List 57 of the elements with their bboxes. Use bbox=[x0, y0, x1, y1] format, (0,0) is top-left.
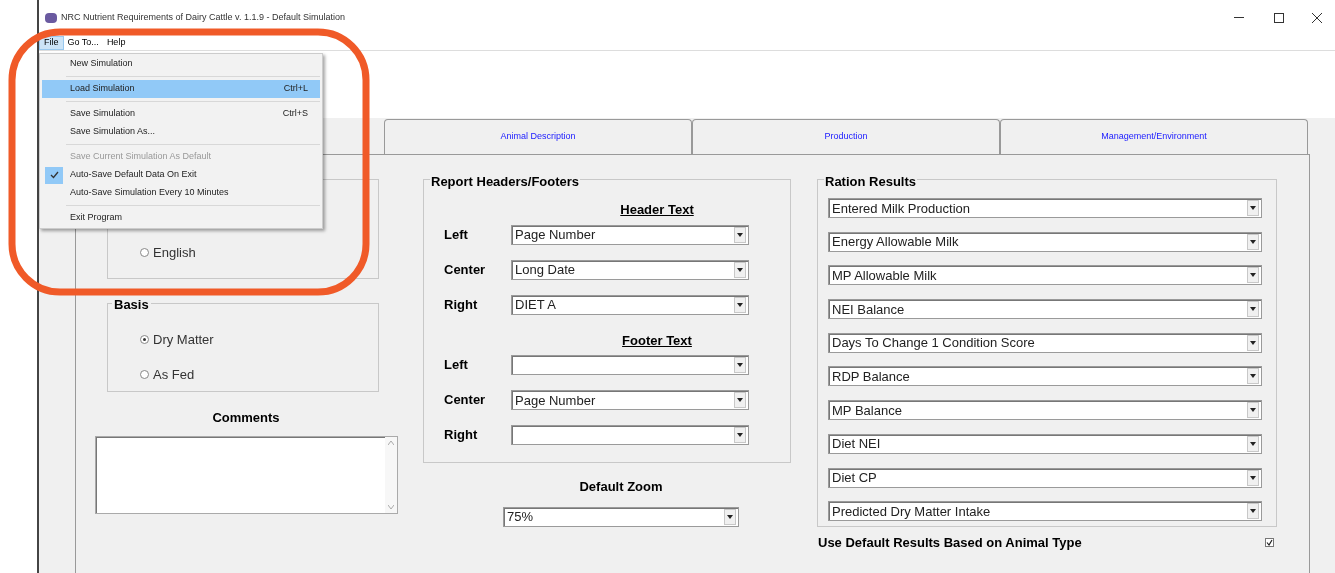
dropdown[interactable]: Page Number bbox=[511, 390, 749, 410]
dropdown[interactable]: Long Date bbox=[511, 259, 749, 280]
dropdown[interactable]: Diet NEI bbox=[828, 433, 1262, 454]
dropdown[interactable]: NEI Balance bbox=[828, 299, 1262, 320]
menu-entry[interactable]: New Simulation bbox=[42, 55, 320, 73]
dropdown[interactable] bbox=[511, 425, 749, 445]
radio-label: English bbox=[153, 243, 196, 262]
dropdown[interactable]: 75% bbox=[503, 506, 739, 527]
window-title: NRC Nutrient Requirements of Dairy Cattle v. 1.1.9 - Default Simulation bbox=[61, 11, 345, 25]
comments-field[interactable] bbox=[95, 435, 398, 514]
dropdown[interactable]: Energy Allowable Milk bbox=[828, 231, 1262, 252]
dropdown[interactable]: Page Number bbox=[511, 224, 749, 245]
section-heading: Header Text bbox=[620, 201, 694, 219]
comments-label: Comments bbox=[212, 409, 280, 427]
field-label: Left bbox=[443, 225, 469, 244]
field-label: Right bbox=[443, 426, 479, 445]
field-label: Left bbox=[443, 356, 469, 375]
radio-button[interactable] bbox=[140, 369, 149, 379]
field-label: Center bbox=[443, 260, 487, 279]
field-label: Right bbox=[443, 295, 479, 314]
menu-item[interactable]: Go To... bbox=[63, 36, 103, 50]
dropdown[interactable]: Entered Milk Production bbox=[828, 198, 1262, 218]
checkbox-label: Use Default Results Based on Animal Type bbox=[817, 534, 1083, 552]
maximize-icon bbox=[1274, 13, 1284, 23]
minimize-icon bbox=[1234, 17, 1244, 19]
menu-item[interactable]: Help bbox=[102, 36, 130, 50]
menu-entry[interactable]: Load Simulation Ctrl+L bbox=[42, 80, 320, 98]
radio-label: Dry Matter bbox=[153, 331, 214, 349]
tab[interactable]: Animal Description bbox=[384, 119, 692, 154]
scroll-up-icon bbox=[388, 440, 394, 445]
dropdown[interactable] bbox=[511, 355, 749, 375]
checkbox[interactable] bbox=[1265, 538, 1274, 548]
tab[interactable]: Production bbox=[692, 119, 1000, 154]
radio-label: As Fed bbox=[153, 365, 195, 384]
default-zoom-label: Default Zoom bbox=[578, 478, 663, 496]
dropdown[interactable]: DIET A bbox=[511, 294, 749, 315]
menu-item[interactable]: File bbox=[39, 36, 64, 50]
radio-button[interactable] bbox=[140, 335, 149, 345]
radio-button[interactable] bbox=[140, 247, 149, 257]
section-heading: Footer Text bbox=[622, 331, 692, 350]
tab[interactable]: Management/Environment bbox=[1000, 119, 1308, 154]
field-label: Center bbox=[443, 391, 487, 410]
dropdown[interactable]: Predicted Dry Matter Intake bbox=[828, 501, 1262, 522]
app-icon bbox=[45, 13, 57, 23]
dropdown[interactable]: Days To Change 1 Condition Score bbox=[828, 332, 1262, 353]
scrollbar[interactable] bbox=[385, 436, 397, 513]
menu-entry[interactable]: Auto-Save Default Data On Exit bbox=[42, 166, 320, 184]
menu-entry[interactable]: Save Simulation As... bbox=[42, 123, 320, 141]
close-icon bbox=[1312, 13, 1322, 23]
dropdown[interactable]: Diet CP bbox=[828, 467, 1262, 488]
dropdown[interactable]: MP Balance bbox=[828, 400, 1262, 421]
menu-entry[interactable]: Auto-Save Simulation Every 10 Minutes bbox=[42, 184, 320, 202]
dropdown[interactable]: MP Allowable Milk bbox=[828, 265, 1262, 286]
dropdown[interactable]: RDP Balance bbox=[828, 366, 1262, 387]
menu-entry[interactable]: Exit Program bbox=[42, 209, 320, 227]
menu-entry[interactable]: Save Simulation Ctrl+S bbox=[42, 105, 320, 123]
scroll-down-icon bbox=[388, 504, 394, 509]
